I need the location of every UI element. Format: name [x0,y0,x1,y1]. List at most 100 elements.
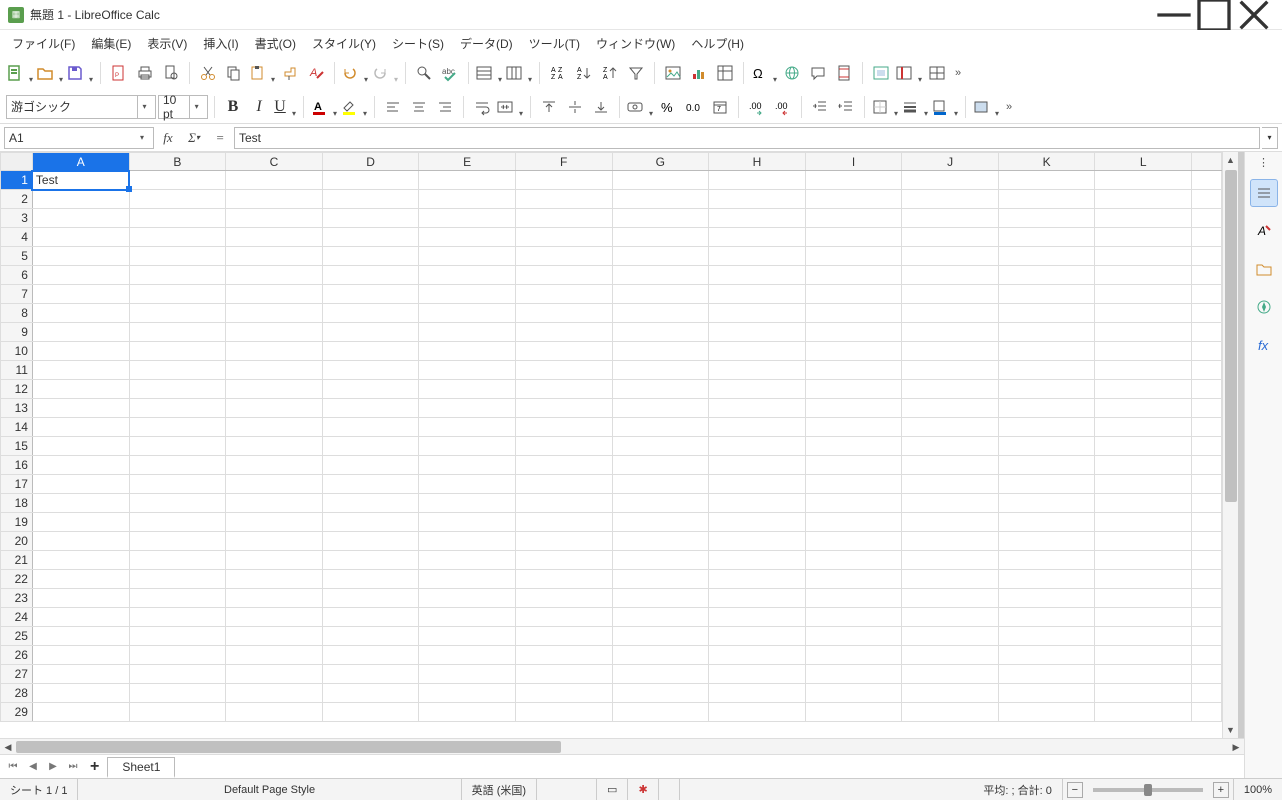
vertical-scrollbar[interactable]: ▲ ▼ [1222,152,1238,738]
cell[interactable] [805,627,902,646]
row-header[interactable]: 5 [1,247,33,266]
row-header[interactable]: 24 [1,608,33,627]
cell[interactable] [322,532,419,551]
cell[interactable] [998,342,1095,361]
cell[interactable] [129,494,226,513]
last-sheet-button[interactable]: ⏭ [64,758,82,776]
align-middle-button[interactable] [563,95,587,119]
scroll-left-button[interactable]: ◀ [0,739,16,755]
cell[interactable] [902,646,999,665]
cell[interactable] [998,266,1095,285]
export-pdf-button[interactable]: P [107,61,131,85]
cell[interactable] [32,627,129,646]
merge-cells-button[interactable] [496,95,524,119]
cell[interactable] [612,570,709,589]
cell[interactable] [32,475,129,494]
cell[interactable] [805,437,902,456]
formula-equals-button[interactable]: = [208,127,232,149]
cell[interactable] [419,532,516,551]
cell[interactable] [32,361,129,380]
menu-data[interactable]: データ(D) [452,32,521,55]
sidebar-properties-button[interactable] [1250,179,1278,207]
cell[interactable] [226,228,323,247]
cell[interactable] [612,532,709,551]
cell[interactable] [419,247,516,266]
cell[interactable] [32,532,129,551]
cell[interactable] [902,228,999,247]
column-header[interactable]: I [805,153,902,171]
cell[interactable] [612,228,709,247]
cell[interactable] [902,608,999,627]
first-sheet-button[interactable]: ⏮ [4,758,22,776]
cell[interactable] [32,228,129,247]
cell[interactable] [129,247,226,266]
column-header[interactable]: D [322,153,419,171]
cell[interactable] [998,494,1095,513]
cell[interactable] [998,209,1095,228]
cell[interactable] [998,418,1095,437]
cell[interactable] [32,399,129,418]
cell[interactable] [515,513,612,532]
row-header[interactable]: 17 [1,475,33,494]
cell[interactable] [32,589,129,608]
add-decimal-button[interactable]: .00 [745,95,769,119]
cell[interactable] [998,627,1095,646]
cell[interactable] [902,418,999,437]
cell[interactable] [1095,380,1192,399]
cell[interactable] [902,551,999,570]
cell[interactable] [515,551,612,570]
cell[interactable] [805,456,902,475]
row-header[interactable]: 18 [1,494,33,513]
cell[interactable] [226,589,323,608]
cell[interactable] [612,513,709,532]
sheet-tab[interactable]: Sheet1 [107,757,175,778]
cell[interactable] [515,703,612,722]
cell[interactable] [805,475,902,494]
insert-hyperlink-button[interactable] [780,61,804,85]
row-header[interactable]: 16 [1,456,33,475]
cell[interactable] [902,627,999,646]
row-header[interactable]: 10 [1,342,33,361]
cell[interactable] [612,665,709,684]
cell[interactable] [998,646,1095,665]
autofilter-button[interactable] [624,61,648,85]
row-header[interactable]: 25 [1,627,33,646]
menu-styles[interactable]: スタイル(Y) [304,32,384,55]
cell[interactable] [419,684,516,703]
cell[interactable] [998,684,1095,703]
cell[interactable] [129,475,226,494]
cell[interactable] [515,532,612,551]
sidebar-navigator-button[interactable] [1250,293,1278,321]
cut-button[interactable] [196,61,220,85]
menu-edit[interactable]: 編集(E) [83,32,139,55]
cell[interactable] [805,228,902,247]
column-header[interactable]: G [612,153,709,171]
cell[interactable] [612,247,709,266]
undo-button[interactable] [341,61,369,85]
cell[interactable] [998,399,1095,418]
cell[interactable] [32,494,129,513]
scroll-down-button[interactable]: ▼ [1223,722,1239,738]
cell[interactable] [419,437,516,456]
cell[interactable] [419,589,516,608]
add-sheet-button[interactable]: + [84,758,105,776]
status-insert-mode[interactable] [537,779,597,800]
cell[interactable] [709,646,806,665]
cell[interactable] [32,684,129,703]
cell[interactable] [226,646,323,665]
cell[interactable] [226,380,323,399]
row-header[interactable]: 27 [1,665,33,684]
cell[interactable] [612,418,709,437]
borders-button[interactable] [871,95,899,119]
column-header[interactable]: F [515,153,612,171]
font-color-button[interactable]: A [310,95,338,119]
cell[interactable] [709,342,806,361]
cell[interactable] [129,399,226,418]
cell[interactable] [998,475,1095,494]
cell[interactable] [419,380,516,399]
column-header[interactable]: L [1095,153,1192,171]
cell[interactable] [709,285,806,304]
cell[interactable] [998,703,1095,722]
cell[interactable] [709,665,806,684]
cell[interactable] [32,342,129,361]
